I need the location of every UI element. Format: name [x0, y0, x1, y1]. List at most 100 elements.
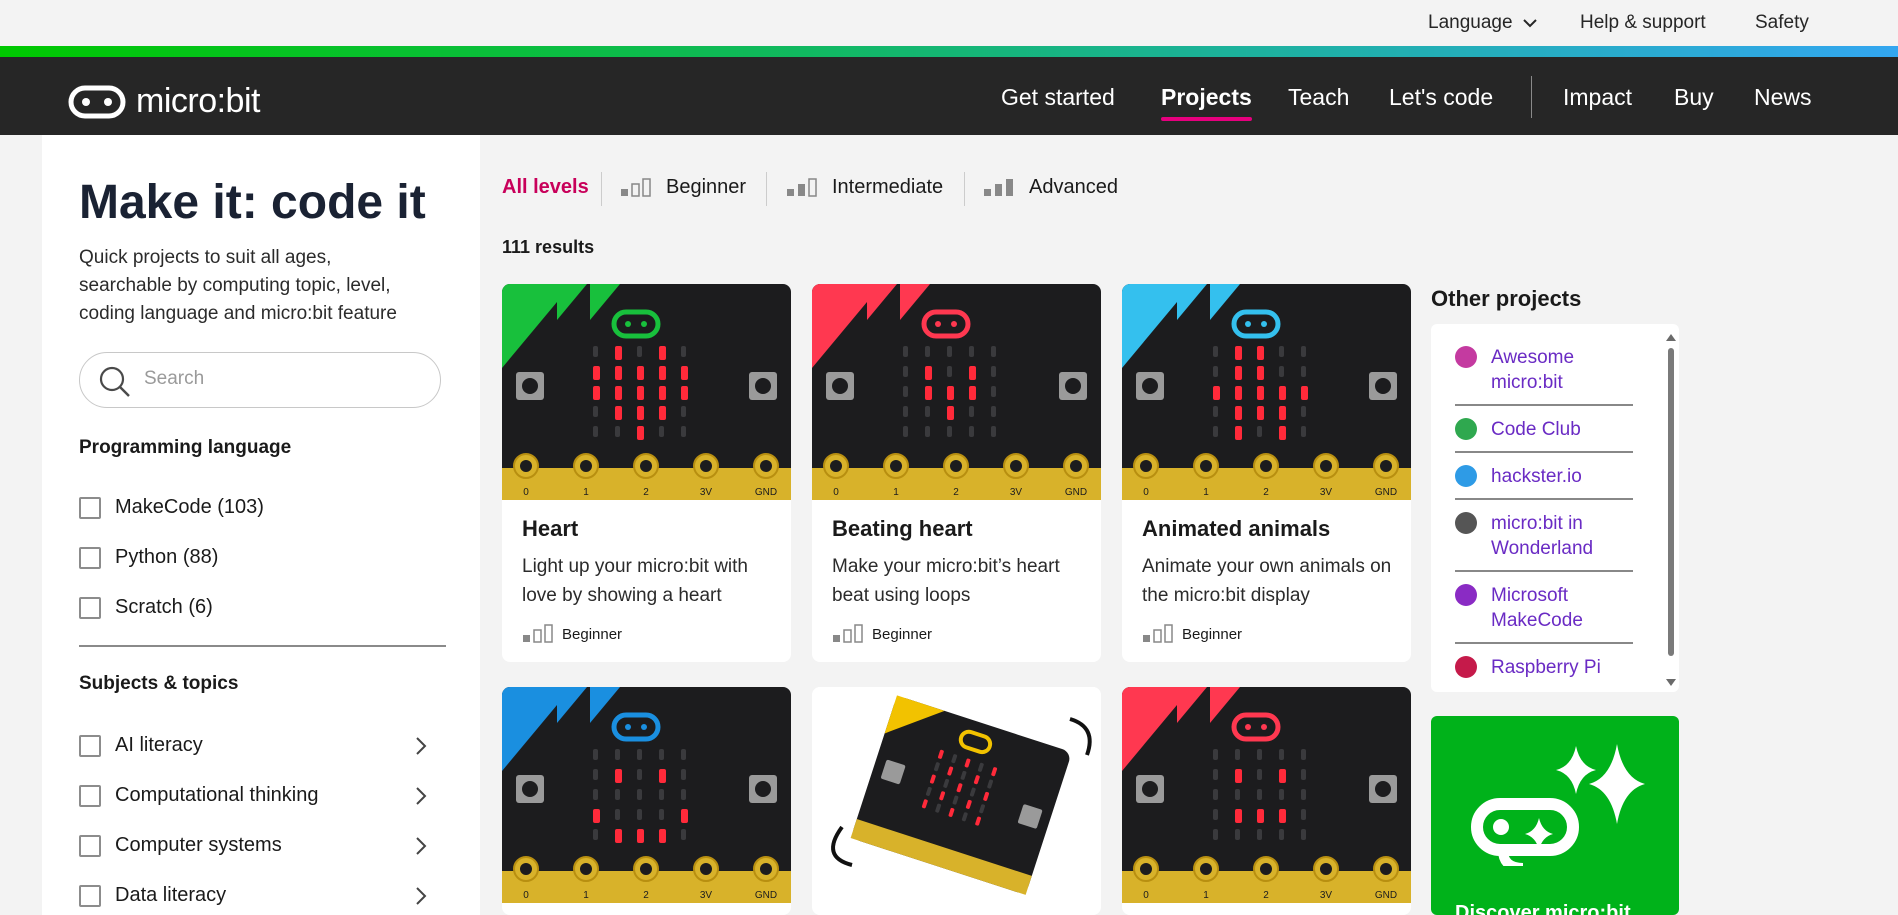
project-card[interactable]: 0 1 2 3V GND: [502, 687, 791, 915]
safety-link[interactable]: Safety: [1755, 12, 1809, 34]
checkbox[interactable]: [79, 834, 101, 857]
filter-ai-literacy[interactable]: AI literacy: [79, 734, 203, 757]
project-image: 0 1 2 3V GND: [1122, 687, 1411, 903]
filter-computer-systems[interactable]: Computer systems: [79, 834, 282, 857]
programming-language-heading: Programming language: [79, 437, 292, 458]
level-intermediate[interactable]: Intermediate: [786, 176, 943, 199]
led-on: [637, 366, 644, 380]
checkbox[interactable]: [79, 546, 101, 569]
level-label: Intermediate: [832, 176, 944, 198]
level-advanced[interactable]: Advanced: [983, 176, 1118, 199]
led-off: [1257, 749, 1262, 760]
filter-label: AI literacy: [115, 734, 203, 756]
project-card[interactable]: 0 1 2 3V GND: [1122, 687, 1411, 915]
checkbox[interactable]: [79, 734, 101, 757]
led-on: [593, 366, 600, 380]
brand-stripe: [0, 46, 1898, 57]
led-off: [615, 426, 620, 437]
led-off: [1301, 346, 1306, 357]
pin-label: GND: [755, 487, 777, 498]
pin-hole: [640, 863, 652, 875]
level-all[interactable]: All levels: [502, 176, 589, 199]
filter-computational-thinking[interactable]: Computational thinking: [79, 784, 318, 807]
nav-buy[interactable]: Buy: [1674, 84, 1714, 111]
led-off: [659, 789, 664, 800]
led-off: [681, 426, 686, 437]
language-menu[interactable]: Language: [1428, 12, 1538, 34]
pin-hole: [1010, 460, 1022, 472]
other-projects-scrollbar[interactable]: [1666, 332, 1676, 688]
filter-scratch[interactable]: Scratch (6): [79, 596, 213, 619]
checkbox[interactable]: [79, 784, 101, 807]
led-on: [1257, 809, 1264, 823]
checkbox[interactable]: [79, 884, 101, 907]
nav-projects[interactable]: Projects: [1161, 84, 1252, 121]
other-project-raspberry-pi[interactable]: Raspberry Pi: [1455, 655, 1633, 680]
pin-label: 0: [1143, 487, 1149, 498]
other-project-wonderland[interactable]: micro:bit in Wonderland: [1455, 511, 1633, 561]
help-support-link[interactable]: Help & support: [1580, 12, 1706, 34]
led-on: [1213, 386, 1220, 400]
led-off: [593, 406, 598, 417]
nav-impact[interactable]: Impact: [1563, 84, 1632, 111]
filter-makecode[interactable]: MakeCode (103): [79, 496, 264, 519]
led-off: [593, 426, 598, 437]
chevron-right-icon[interactable]: [412, 885, 430, 907]
project-level: Beginner: [522, 624, 622, 644]
project-card[interactable]: [812, 687, 1101, 915]
other-project-makecode[interactable]: Microsoft MakeCode: [1455, 583, 1633, 633]
pin-label: 3V: [700, 487, 713, 498]
project-title: Beating heart: [832, 516, 973, 541]
other-project-hackster[interactable]: hackster.io: [1455, 464, 1633, 489]
pin-label: 1: [583, 487, 589, 498]
search-box[interactable]: [79, 352, 441, 408]
checkbox[interactable]: [79, 596, 101, 619]
sidebar-divider: [79, 645, 446, 647]
led-off: [615, 749, 620, 760]
led-off: [593, 346, 598, 357]
led-on: [637, 406, 644, 420]
filter-data-literacy[interactable]: Data literacy: [79, 884, 226, 907]
led-on: [681, 366, 688, 380]
microbit-logo[interactable]: micro:bit: [68, 82, 260, 121]
search-icon: [99, 366, 130, 397]
chevron-right-icon[interactable]: [412, 785, 430, 807]
button-b-cap: [1065, 378, 1081, 394]
button-b-cap: [1375, 781, 1391, 797]
project-card-beating-heart[interactable]: 0 1 2 3V GND Beating heart Make your micro:b…: [812, 284, 1101, 662]
discover-microbit-promo[interactable]: Discover micro:bit: [1431, 716, 1679, 915]
nav-teach[interactable]: Teach: [1288, 84, 1349, 111]
chevron-right-icon[interactable]: [412, 735, 430, 757]
filter-label: Data literacy: [115, 884, 227, 906]
nav-lets-code[interactable]: Let's code: [1389, 84, 1493, 111]
pin-label: 0: [833, 487, 839, 498]
chevron-right-icon[interactable]: [412, 835, 430, 857]
search-input[interactable]: [142, 367, 416, 391]
pin-hole: [640, 460, 652, 472]
pin-label: 3V: [700, 890, 713, 901]
filter-python[interactable]: Python (88): [79, 546, 218, 569]
other-project-code-club[interactable]: Code Club: [1455, 417, 1633, 442]
nav-get-started[interactable]: Get started: [1001, 84, 1115, 111]
level-beginner[interactable]: Beginner: [620, 176, 746, 199]
pin-hole: [760, 863, 772, 875]
led-off: [681, 829, 686, 840]
other-projects-title: Other projects: [1431, 286, 1582, 311]
microbit-board-illustration: 0 1 2 3V GND: [502, 284, 791, 500]
nav-news[interactable]: News: [1754, 84, 1812, 111]
pin-hole: [1320, 863, 1332, 875]
other-project-awesome-microbit[interactable]: Awesome micro:bit: [1455, 345, 1633, 395]
led-on: [1235, 346, 1242, 360]
led-on: [681, 809, 688, 823]
checkbox[interactable]: [79, 496, 101, 519]
led-off: [947, 426, 952, 437]
project-card-animated-animals[interactable]: 0 1 2 3V GND Animated animals Animate your o…: [1122, 284, 1411, 662]
project-card-heart[interactable]: 0 1 2 3V GND Heart Light up your micro:bit w…: [502, 284, 791, 662]
other-projects-list: Awesome micro:bit Code Club hackster.io …: [1431, 324, 1679, 692]
logo-dot: [1245, 724, 1251, 730]
led-off: [1257, 829, 1262, 840]
subjects-heading: Subjects & topics: [79, 673, 239, 694]
led-on: [1279, 406, 1286, 420]
led-off: [637, 749, 642, 760]
led-off: [1213, 749, 1218, 760]
